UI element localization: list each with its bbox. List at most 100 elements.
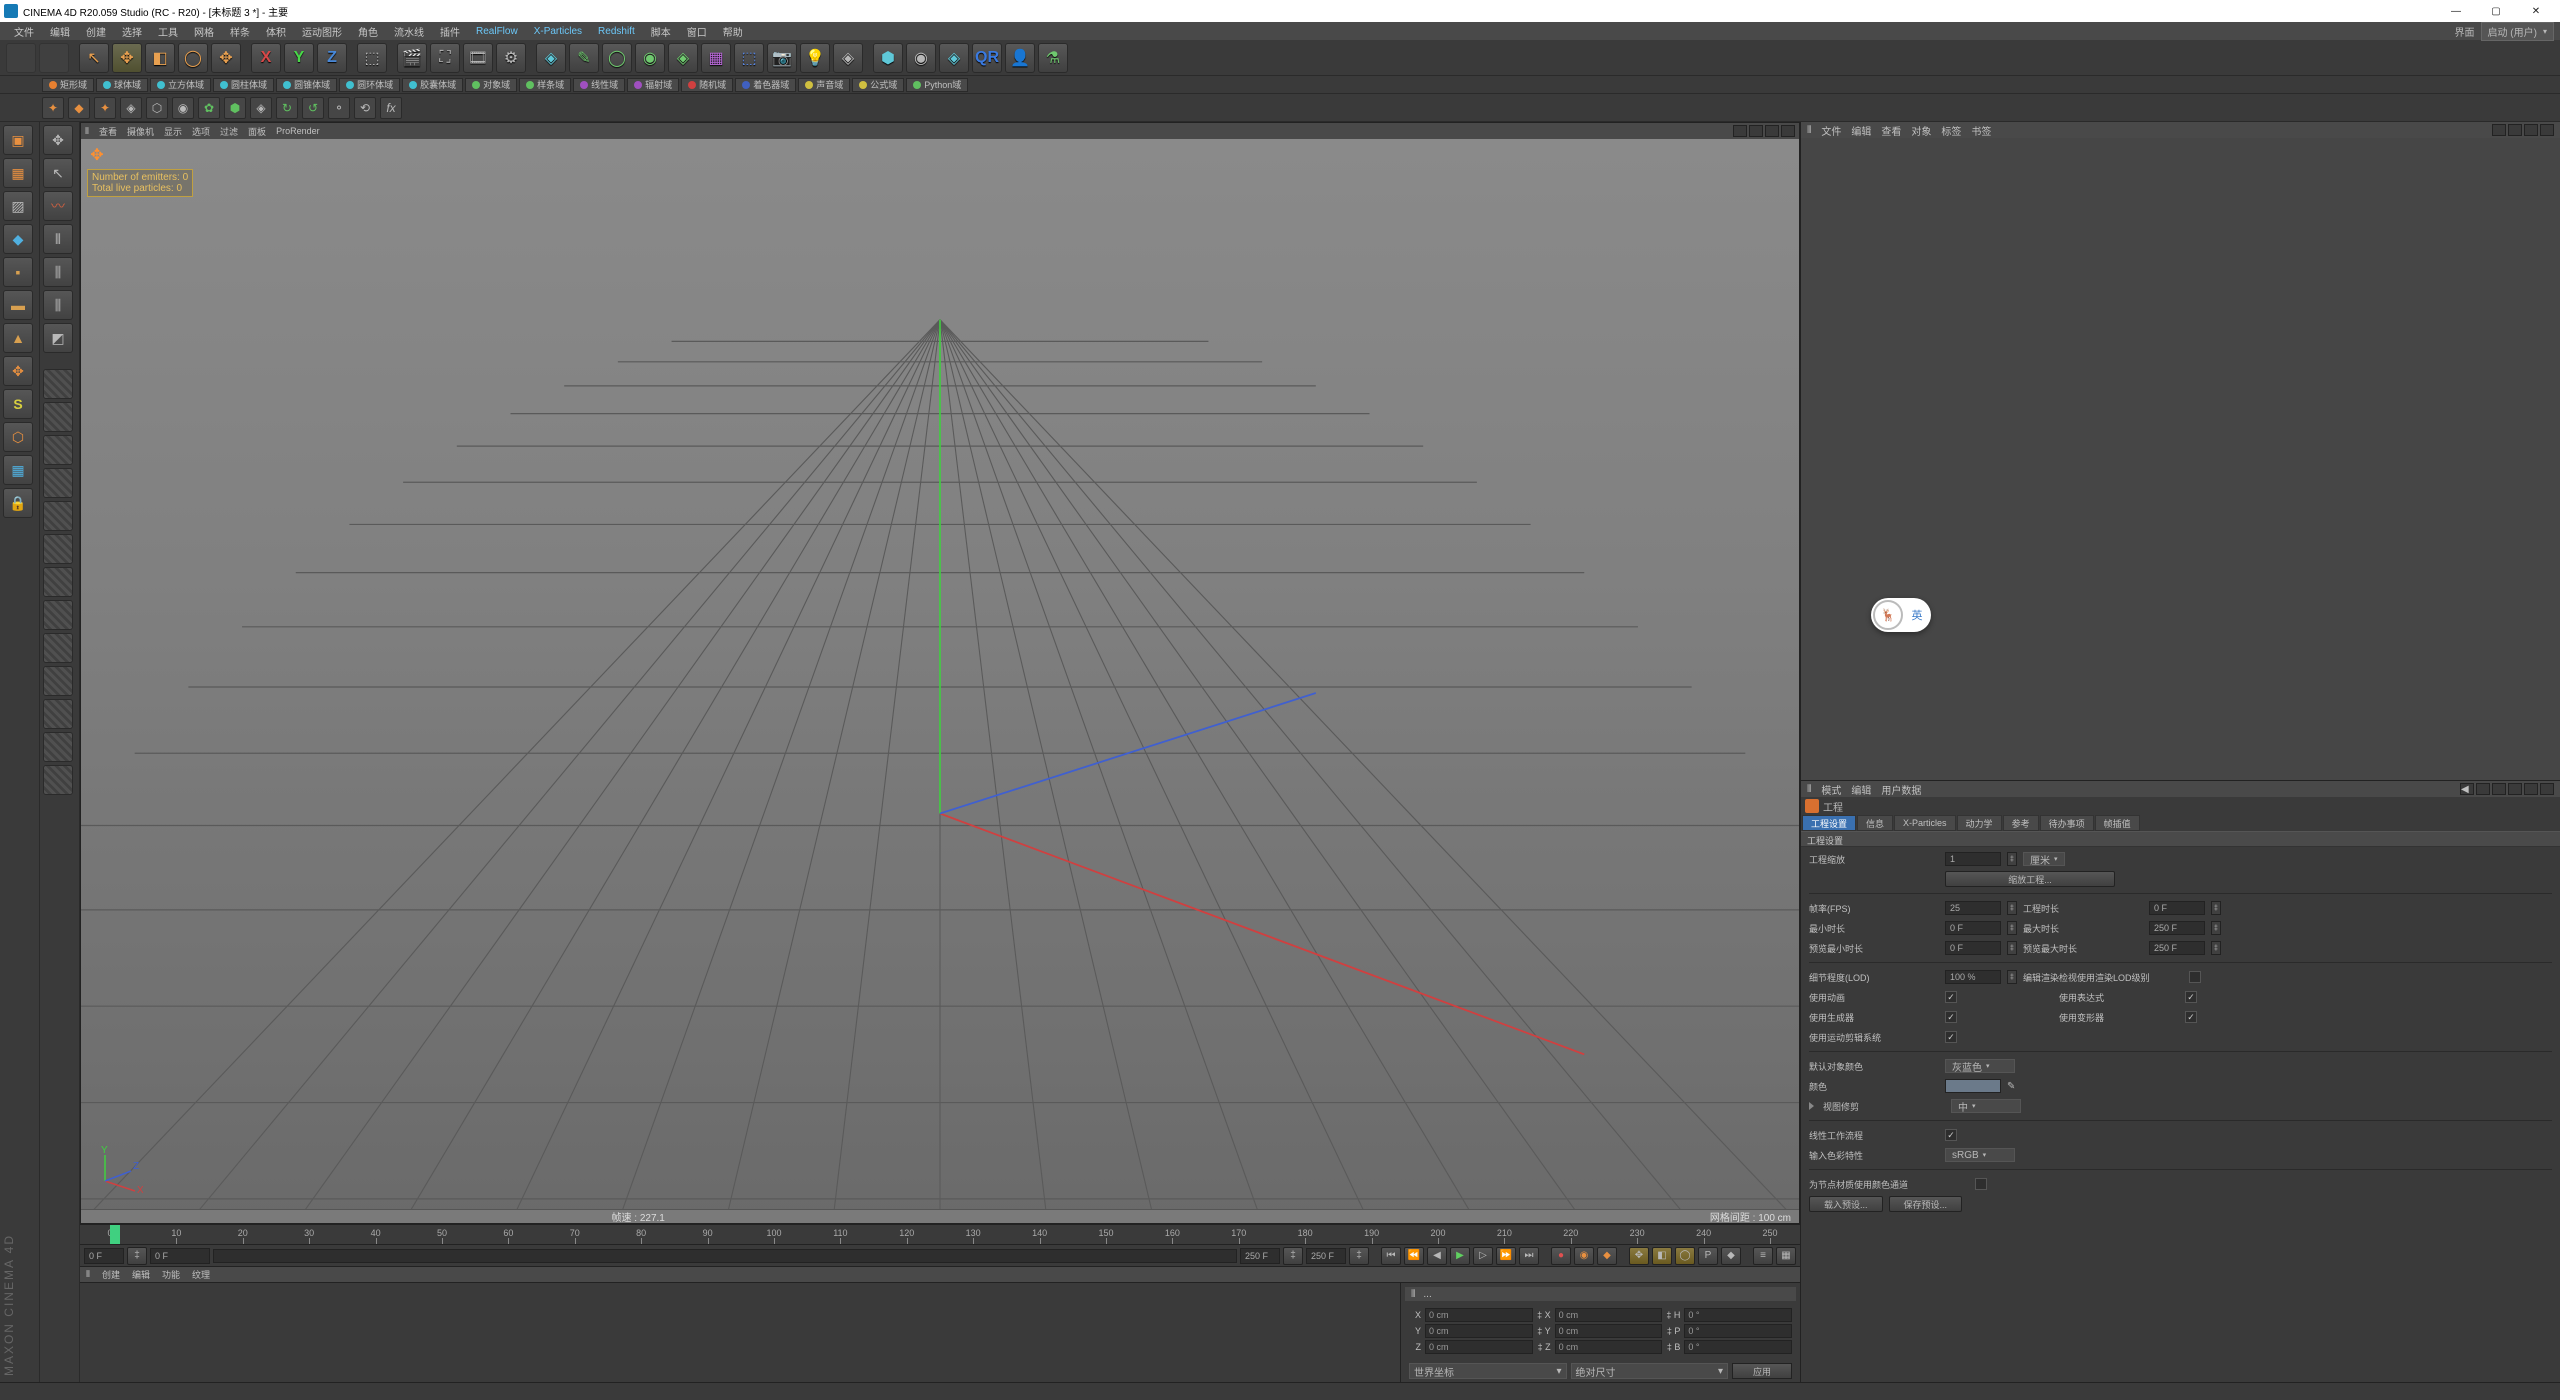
lod-field[interactable]: 100 % bbox=[1945, 970, 2001, 984]
axis-x-toggle[interactable]: X bbox=[251, 43, 281, 73]
use-motion-checkbox[interactable]: ✓ bbox=[1945, 1031, 1957, 1043]
attr-tab-0[interactable]: 工程设置 bbox=[1802, 815, 1856, 831]
menu-x-particles[interactable]: X-Particles bbox=[526, 24, 590, 39]
attr-tab-5[interactable]: 待办事项 bbox=[2040, 815, 2094, 831]
rotate-tool[interactable]: ◯ bbox=[178, 43, 208, 73]
obj-menu-编辑[interactable]: 编辑 bbox=[1851, 123, 1871, 138]
coord-space-dropdown[interactable]: 世界坐标▾ bbox=[1409, 1363, 1567, 1379]
vp-maximize-icon[interactable] bbox=[1781, 125, 1795, 137]
end-frame-field-2[interactable]: 250 F bbox=[1306, 1248, 1346, 1264]
field-9[interactable]: 线性域 bbox=[573, 78, 625, 92]
menu-编辑[interactable]: 编辑 bbox=[42, 22, 78, 41]
minimize-button[interactable]: — bbox=[2436, 0, 2476, 22]
attr-menu-用户数据[interactable]: 用户数据 bbox=[1881, 782, 1921, 797]
obj-dock-icon[interactable] bbox=[2540, 124, 2554, 136]
redo-button[interactable] bbox=[39, 43, 69, 73]
axis-y-toggle[interactable]: Y bbox=[284, 43, 314, 73]
deformer[interactable]: ▦ bbox=[701, 43, 731, 73]
default-color-dropdown[interactable]: 灰蓝色 bbox=[1945, 1059, 2015, 1073]
goto-end-button[interactable]: ⏭ bbox=[1519, 1247, 1539, 1265]
vp-menu-面板[interactable]: 面板 bbox=[248, 125, 266, 138]
field-6[interactable]: 胶囊体域 bbox=[402, 78, 463, 92]
pattern-10[interactable] bbox=[43, 666, 73, 696]
key-rot-toggle[interactable]: ◯ bbox=[1675, 1247, 1695, 1265]
timeline-ruler[interactable]: 0102030405060708090100110120130140150160… bbox=[80, 1224, 1800, 1244]
prev-frame-button[interactable]: ◀ bbox=[1427, 1247, 1447, 1265]
lasso-tool[interactable]: 〰 bbox=[43, 191, 73, 221]
obj-view-icon[interactable] bbox=[2524, 124, 2538, 136]
menu-文件[interactable]: 文件 bbox=[6, 22, 42, 41]
timeline-menu-1[interactable]: ≡ bbox=[1753, 1247, 1773, 1265]
vp-menu-摄像机[interactable]: 摄像机 bbox=[127, 125, 154, 138]
field-4[interactable]: 圆锥体域 bbox=[276, 78, 337, 92]
obj-filter-icon[interactable] bbox=[2508, 124, 2522, 136]
effector[interactable]: ◈ bbox=[939, 43, 969, 73]
axis-z-toggle[interactable]: Z bbox=[317, 43, 347, 73]
move-tool[interactable]: ✥ bbox=[112, 43, 142, 73]
pattern-6[interactable] bbox=[43, 534, 73, 564]
eyedropper-icon[interactable]: ✎ bbox=[2007, 1081, 2015, 1092]
undo-button[interactable] bbox=[6, 43, 36, 73]
spinner-icon[interactable]: ‡ bbox=[2211, 901, 2221, 915]
light[interactable]: 💡 bbox=[800, 43, 830, 73]
record-button[interactable]: ● bbox=[1551, 1247, 1571, 1265]
rot-b-field[interactable]: 0 ° bbox=[1684, 1340, 1792, 1354]
menu-realflow[interactable]: RealFlow bbox=[468, 24, 526, 39]
character[interactable]: 👤 bbox=[1005, 43, 1035, 73]
save-preset-button[interactable]: 保存预设... bbox=[1889, 1196, 1963, 1212]
bars2-icon[interactable]: ⫼ bbox=[43, 290, 73, 320]
obj-menu-查看[interactable]: 查看 bbox=[1881, 123, 1901, 138]
render-region[interactable]: ⛶ bbox=[430, 43, 460, 73]
environment[interactable]: ⬚ bbox=[734, 43, 764, 73]
workplane-mode[interactable]: ◆ bbox=[3, 224, 33, 254]
pattern-4[interactable] bbox=[43, 468, 73, 498]
pattern-1[interactable] bbox=[43, 369, 73, 399]
menu-网格[interactable]: 网格 bbox=[186, 22, 222, 41]
field-1[interactable]: 球体域 bbox=[96, 78, 148, 92]
mat-menu-创建[interactable]: 创建 bbox=[102, 1268, 120, 1281]
obj-search-icon[interactable] bbox=[2492, 124, 2506, 136]
make-editable[interactable]: ▣ bbox=[3, 125, 33, 155]
timeline-slider[interactable] bbox=[213, 1249, 1237, 1263]
vp-zoom-icon[interactable] bbox=[1749, 125, 1763, 137]
goto-next-key-button[interactable]: ⏩ bbox=[1496, 1247, 1516, 1265]
spinner-icon[interactable]: ‡ bbox=[2211, 941, 2221, 955]
preview-min-field[interactable]: 0 F bbox=[1945, 941, 2001, 955]
tag[interactable]: QR bbox=[972, 43, 1002, 73]
start-frame-field[interactable]: 0 F bbox=[84, 1248, 124, 1264]
key-pla-toggle[interactable]: ◆ bbox=[1721, 1247, 1741, 1265]
field-12[interactable]: 着色器域 bbox=[735, 78, 796, 92]
mat-menu-纹理[interactable]: 纹理 bbox=[192, 1268, 210, 1281]
menu-运动图形[interactable]: 运动图形 bbox=[294, 22, 350, 41]
model-mode[interactable]: ▦ bbox=[3, 158, 33, 188]
spinner-icon[interactable]: ‡ bbox=[2007, 970, 2017, 984]
linear-workflow-checkbox[interactable]: ✓ bbox=[1945, 1129, 1957, 1141]
autokey-button[interactable]: ◉ bbox=[1574, 1247, 1594, 1265]
render-settings[interactable]: ⚙ bbox=[496, 43, 526, 73]
layout-dropdown[interactable]: 启动 (用户) bbox=[2481, 22, 2554, 41]
pattern-9[interactable] bbox=[43, 633, 73, 663]
end-frame-field[interactable]: 250 F bbox=[1240, 1248, 1280, 1264]
icon-tool-9[interactable]: ◈ bbox=[250, 97, 272, 119]
cube-primitive[interactable]: ◈ bbox=[536, 43, 566, 73]
menu-流水线[interactable]: 流水线 bbox=[386, 22, 432, 41]
generator[interactable]: ◉ bbox=[635, 43, 665, 73]
volume[interactable]: ◈ bbox=[833, 43, 863, 73]
menu-窗口[interactable]: 窗口 bbox=[679, 22, 715, 41]
key-param-toggle[interactable]: P bbox=[1698, 1247, 1718, 1265]
attr-lock-icon[interactable] bbox=[2508, 783, 2522, 795]
use-expr-checkbox[interactable]: ✓ bbox=[2185, 991, 2197, 1003]
field-10[interactable]: 辐射域 bbox=[627, 78, 679, 92]
attr-tab-1[interactable]: 信息 bbox=[1857, 815, 1893, 831]
camera[interactable]: 📷 bbox=[767, 43, 797, 73]
goto-prev-key-button[interactable]: ⏪ bbox=[1404, 1247, 1424, 1265]
obj-menu-文件[interactable]: 文件 bbox=[1821, 123, 1841, 138]
obj-menu-对象[interactable]: 对象 bbox=[1911, 123, 1931, 138]
field-13[interactable]: 声音域 bbox=[798, 78, 850, 92]
key-scale-toggle[interactable]: ◧ bbox=[1652, 1247, 1672, 1265]
texture-mode[interactable]: ▨ bbox=[3, 191, 33, 221]
expand-icon[interactable] bbox=[1809, 1102, 1814, 1110]
field-3[interactable]: 圆柱体域 bbox=[213, 78, 274, 92]
coord-apply-button[interactable]: 应用 bbox=[1732, 1363, 1792, 1379]
playhead[interactable] bbox=[110, 1225, 120, 1244]
